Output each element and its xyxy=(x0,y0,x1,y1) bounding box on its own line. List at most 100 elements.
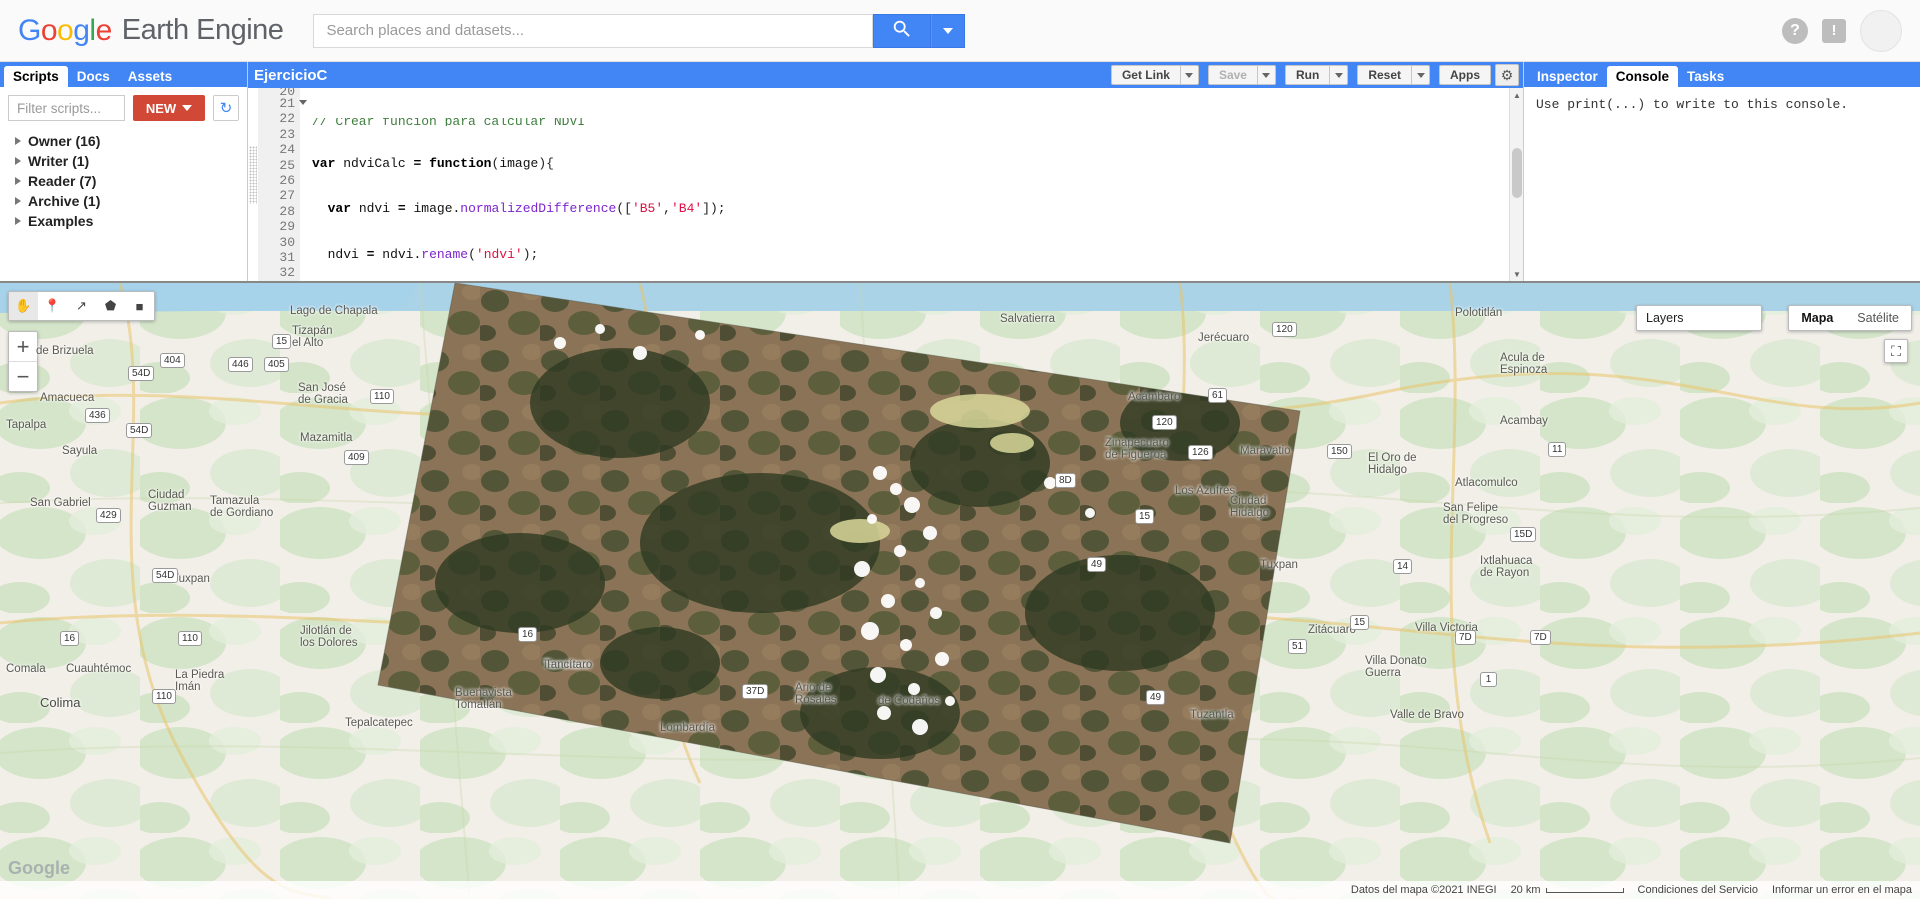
map-label: La Piedra Imán xyxy=(175,669,225,693)
tab-docs[interactable]: Docs xyxy=(68,66,119,87)
drawing-tools: ✋ 📍 ↗ ⬟ ■ xyxy=(8,291,155,321)
zoom-out-button[interactable]: − xyxy=(9,362,37,391)
avatar[interactable] xyxy=(1860,9,1902,52)
search-button[interactable] xyxy=(873,13,932,48)
tree-item-archive[interactable]: Archive (1) xyxy=(8,191,239,211)
get-link-button[interactable]: Get Link xyxy=(1110,65,1181,85)
map-label: Atlacomulco xyxy=(1455,477,1518,489)
scripts-controls: Filter scripts... NEW ↻ xyxy=(8,95,239,121)
line-number: 28 xyxy=(279,203,295,219)
search-bar[interactable]: Search places and datasets... xyxy=(313,13,966,48)
line-number: 30 xyxy=(279,234,295,250)
road-shield: 436 xyxy=(85,408,110,423)
tree-item-writer[interactable]: Writer (1) xyxy=(8,151,239,171)
map-label: Cuauhtémoc xyxy=(66,663,132,675)
tab-console[interactable]: Console xyxy=(1606,66,1679,87)
run-dropdown[interactable] xyxy=(1330,65,1349,85)
reset-dropdown[interactable] xyxy=(1412,65,1430,85)
road-shield: 120 xyxy=(1272,322,1297,337)
search-icon xyxy=(891,18,913,43)
layers-control[interactable]: Layers xyxy=(1636,305,1762,331)
zoom-in-button[interactable]: + xyxy=(9,332,37,361)
search-input[interactable]: Search places and datasets... xyxy=(313,13,874,48)
code-text[interactable]: // Crear funcion para calcular NDVI var … xyxy=(300,88,1509,281)
code-editor-panel: EjercicioC Get Link Save Run Reset Apps … xyxy=(248,62,1524,281)
map-label: San Felipe del Progreso xyxy=(1443,502,1509,526)
basemap-satelite-button[interactable]: Satélite xyxy=(1845,306,1911,330)
map-label: Valle de Bravo xyxy=(1390,709,1464,721)
tab-scripts[interactable]: Scripts xyxy=(4,66,68,87)
code-line: ndvi = ndvi.rename('ndvi'); xyxy=(327,246,539,262)
chevron-down-icon xyxy=(1262,72,1271,78)
right-panel: Inspector Console Tasks Use print(...) t… xyxy=(1524,62,1920,281)
road-shield: 54D xyxy=(126,423,153,438)
map-label: Tuzantla xyxy=(1190,709,1234,721)
fullscreen-icon[interactable]: ⛶ xyxy=(1884,339,1908,363)
line-icon[interactable]: ↗ xyxy=(67,292,96,320)
tree-item-reader[interactable]: Reader (7) xyxy=(8,171,239,191)
gear-icon[interactable]: ⚙ xyxy=(1495,64,1519,86)
road-shield: 15 xyxy=(1135,509,1155,524)
road-shield: 15 xyxy=(1350,615,1370,630)
map-label: Jilotlán de los Dolores xyxy=(300,625,358,649)
left-sidebar: Scripts Docs Assets Filter scripts... NE… xyxy=(0,62,248,281)
drag-handle-dots[interactable] xyxy=(249,146,257,204)
map-label: Tuxpan xyxy=(1260,559,1298,571)
tree-item-label: Archive (1) xyxy=(28,193,101,209)
marker-icon[interactable]: 📍 xyxy=(38,292,67,320)
map-label: El Oro de Hidalgo xyxy=(1368,452,1417,476)
scroll-up-icon[interactable]: ▲ xyxy=(1510,88,1523,102)
map-label: Acula de Espinoza xyxy=(1500,352,1548,376)
terms-link[interactable]: Condiciones del Servicio xyxy=(1638,884,1758,896)
run-group: Run xyxy=(1284,65,1349,85)
code-area[interactable]: 20 21 22 23 24 25 26 27 28 29 30 31 32 /… xyxy=(248,88,1523,281)
map-view[interactable]: ✋ 📍 ↗ ⬟ ■ + − Layers Mapa Satélite ⛶ Goo… xyxy=(0,281,1920,899)
editor-scrollbar[interactable]: ▲ ▼ xyxy=(1509,88,1523,281)
editor-buttons: Get Link Save Run Reset Apps ⚙ xyxy=(1110,64,1523,86)
save-button[interactable]: Save xyxy=(1207,65,1258,85)
map-label: Tapalpa xyxy=(6,419,47,431)
tab-assets[interactable]: Assets xyxy=(119,66,181,87)
get-link-dropdown[interactable] xyxy=(1180,65,1199,85)
line-number: 24 xyxy=(279,142,295,158)
save-dropdown[interactable] xyxy=(1257,65,1276,85)
filter-scripts-input[interactable]: Filter scripts... xyxy=(8,95,125,121)
road-shield: 11 xyxy=(1548,442,1567,457)
tab-inspector[interactable]: Inspector xyxy=(1528,66,1607,87)
map-label: Ario de Rosales xyxy=(795,682,837,706)
panel-splitter[interactable] xyxy=(932,281,988,282)
map-label: Zinapecuaro de Figueroa xyxy=(1105,437,1169,461)
basemap-mapa-button[interactable]: Mapa xyxy=(1789,306,1845,330)
hand-icon[interactable]: ✋ xyxy=(9,292,38,320)
scrollbar-thumb[interactable] xyxy=(1512,148,1522,198)
reset-button[interactable]: Reset xyxy=(1357,65,1412,85)
tree-item-owner[interactable]: Owner (16) xyxy=(8,131,239,151)
search-dropdown-button[interactable] xyxy=(931,13,966,48)
map-label: Colima xyxy=(40,695,81,710)
map-canvas[interactable] xyxy=(0,283,1920,899)
line-number-gutter: 20 21 22 23 24 25 26 27 28 29 30 31 32 xyxy=(258,88,307,281)
map-label: Los Azufres xyxy=(1175,485,1236,497)
google-maps-logo: Google xyxy=(8,858,70,878)
chevron-down-icon xyxy=(182,105,193,111)
rectangle-icon[interactable]: ■ xyxy=(125,292,154,320)
polygon-icon[interactable]: ⬟ xyxy=(96,292,125,320)
scale-bar: 20 km xyxy=(1511,884,1624,896)
help-button[interactable]: ? xyxy=(1782,17,1808,44)
tree-item-examples[interactable]: Examples xyxy=(8,211,239,231)
road-shield: 110 xyxy=(178,631,202,646)
road-shield: 404 xyxy=(160,353,185,368)
road-shield: 54D xyxy=(152,568,179,583)
map-label: Mazamitla xyxy=(300,432,353,444)
apps-button[interactable]: Apps xyxy=(1439,65,1491,85)
refresh-icon[interactable]: ↻ xyxy=(213,95,239,121)
feedback-button[interactable]: ! xyxy=(1822,18,1846,43)
run-button[interactable]: Run xyxy=(1284,65,1331,85)
new-script-button[interactable]: NEW xyxy=(133,95,205,121)
scroll-down-icon[interactable]: ▼ xyxy=(1510,267,1523,281)
tab-tasks[interactable]: Tasks xyxy=(1678,66,1733,87)
report-error-link[interactable]: Informar un error en el mapa xyxy=(1772,884,1912,896)
map-label: Ciudad Guzman xyxy=(148,489,192,513)
header-actions: ? ! xyxy=(1782,9,1902,52)
zoom-controls: + − xyxy=(8,331,38,392)
